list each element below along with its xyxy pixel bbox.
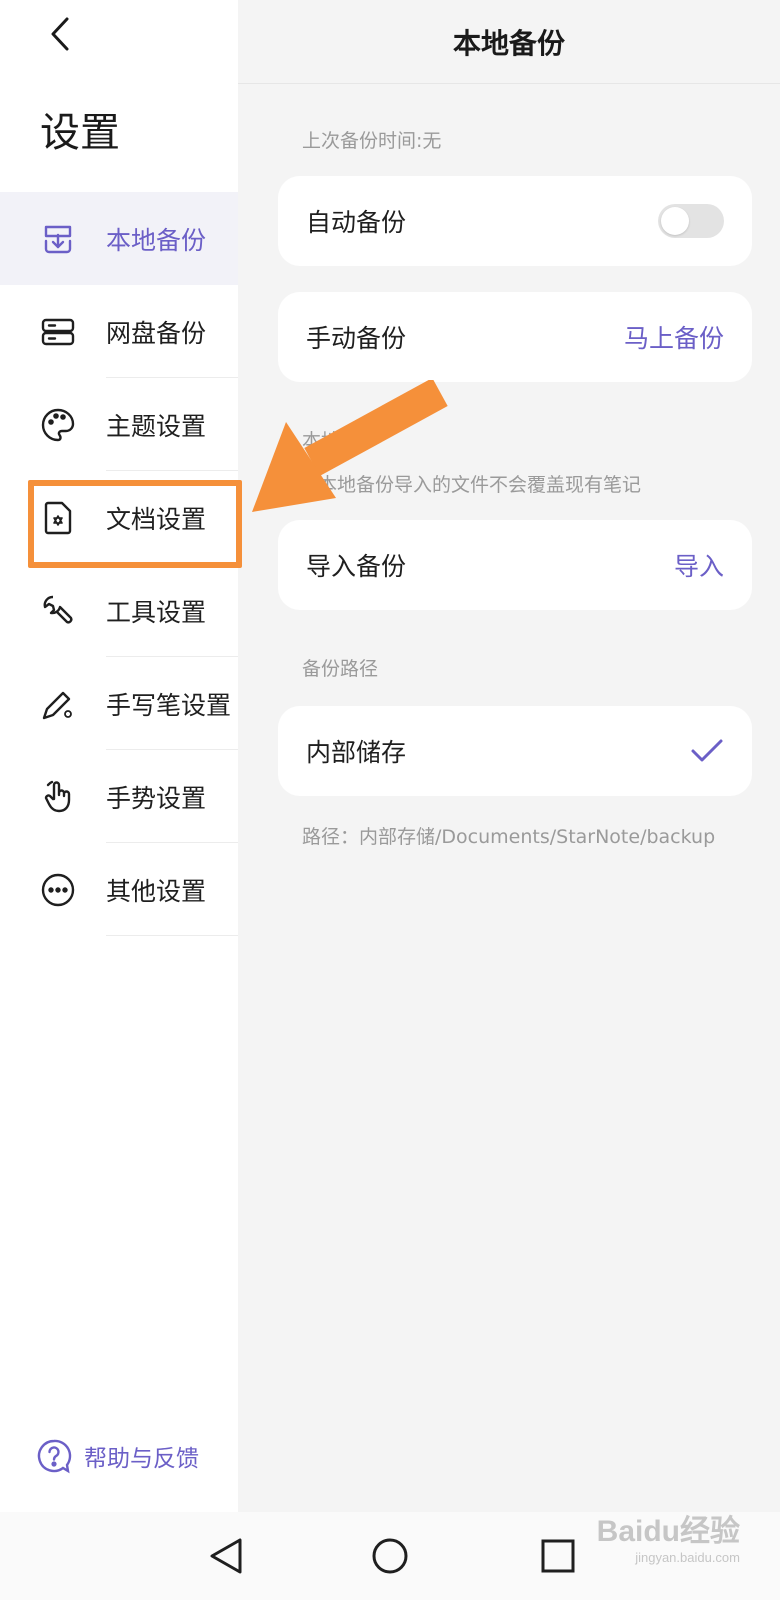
help-feedback-link[interactable]: 帮助与反馈 [36, 1438, 199, 1474]
wrench-icon [40, 593, 76, 629]
manual-backup-row: 手动备份 马上备份 [278, 292, 752, 382]
nav-home-button[interactable] [368, 1534, 412, 1578]
sidebar-item-label: 文档设置 [106, 504, 207, 534]
sidebar-item-document-settings[interactable]: 文档设置 [0, 471, 238, 564]
sidebar-item-label: 工具设置 [106, 597, 207, 627]
sidebar-item-other-settings[interactable]: 其他设置 [0, 843, 238, 936]
pen-settings-icon [40, 686, 76, 722]
sidebar-item-gesture-settings[interactable]: 手势设置 [0, 750, 238, 843]
divider [106, 935, 238, 936]
page-title: 设置 [40, 110, 120, 156]
sidebar-item-pen-settings[interactable]: 手写笔设置 [0, 657, 238, 750]
watermark-main: Baidu经验 [596, 1515, 740, 1548]
backup-now-button[interactable]: 马上备份 [624, 319, 724, 355]
circle-home-icon [372, 1538, 408, 1574]
sidebar-item-label: 其他设置 [106, 876, 207, 906]
checkmark-icon [691, 739, 723, 762]
auto-backup-row: 自动备份 [278, 176, 752, 266]
import-button[interactable]: 导入 [674, 547, 724, 583]
sidebar-item-label: 本地备份 [106, 225, 207, 255]
internal-storage-row[interactable]: 内部储存 [278, 706, 752, 796]
more-icon [40, 872, 76, 908]
local-backup-icon [40, 221, 76, 257]
sidebar-item-label: 主题设置 [106, 411, 207, 441]
chevron-left-icon [51, 17, 69, 51]
local-backup-panel: 本地备份 上次备份时间:无 自动备份 手动备份 马上备份 本地恢 本地备份导入的… [238, 0, 780, 1512]
watermark-sub: jingyan.baidu.com [635, 1550, 740, 1565]
sidebar-item-label: 手势设置 [106, 783, 207, 813]
nav-recents-button[interactable] [536, 1534, 580, 1578]
import-backup-row: 导入备份 导入 [278, 520, 752, 610]
sidebar-item-label: 网盘备份 [106, 318, 207, 348]
panel-title: 本地备份 [452, 26, 565, 60]
sidebar-item-theme[interactable]: 主题设置 [0, 378, 238, 471]
import-section-title: 本地恢 [302, 430, 360, 452]
triangle-back-icon [210, 1538, 242, 1574]
sidebar-item-local-backup[interactable]: 本地备份 [0, 192, 238, 285]
last-backup-time: 上次备份时间:无 [302, 130, 442, 152]
palette-icon [40, 407, 76, 443]
nav-back-button[interactable] [204, 1534, 248, 1578]
settings-sidebar: 设置 本地备份 网盘备份 主题设置 文档设置 工具设置 手写笔设置 手势设置 其… [0, 0, 238, 1512]
back-button[interactable] [40, 12, 80, 56]
help-feedback-label: 帮助与反馈 [84, 1446, 199, 1472]
auto-backup-label: 自动备份 [306, 208, 407, 237]
square-recents-icon [541, 1539, 575, 1573]
import-note: 本地备份导入的文件不会覆盖现有笔记 [318, 474, 642, 496]
panel-header: 本地备份 [238, 0, 780, 84]
backup-path-text: 路径：内部存储/Documents/StarNote/backup [302, 826, 716, 848]
cloud-backup-icon [40, 314, 76, 350]
manual-backup-label: 手动备份 [306, 324, 407, 353]
settings-nav: 本地备份 网盘备份 主题设置 文档设置 工具设置 手写笔设置 手势设置 其他设置 [0, 192, 238, 936]
gesture-icon [40, 779, 76, 815]
internal-storage-label: 内部储存 [306, 738, 407, 767]
sidebar-item-tool-settings[interactable]: 工具设置 [0, 564, 238, 657]
toggle-knob [661, 207, 689, 235]
sidebar-item-label: 手写笔设置 [106, 690, 232, 720]
auto-backup-toggle[interactable] [658, 204, 724, 238]
import-backup-label: 导入备份 [306, 552, 407, 581]
document-settings-icon [40, 500, 76, 536]
help-icon [37, 1439, 72, 1474]
sidebar-item-cloud-backup[interactable]: 网盘备份 [0, 285, 238, 378]
watermark: Baidu经验 jingyan.baidu.com [597, 1506, 740, 1565]
backup-path-section-title: 备份路径 [302, 658, 379, 680]
